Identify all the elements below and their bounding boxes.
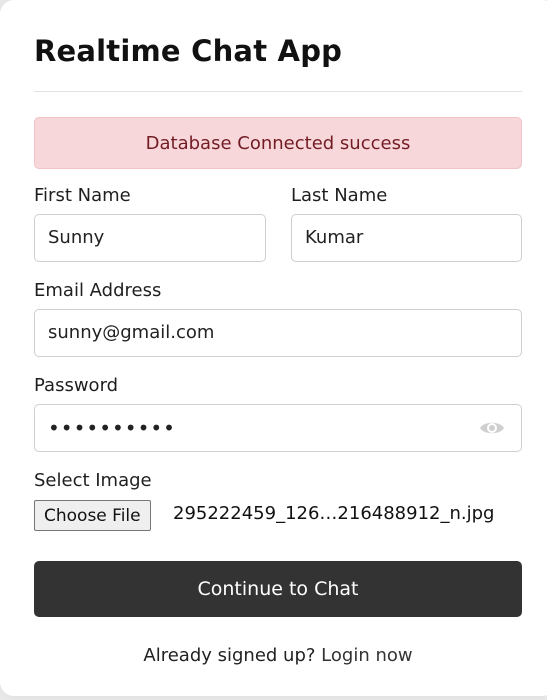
status-alert: Database Connected success — [34, 117, 522, 169]
login-link[interactable]: Login now — [321, 645, 412, 666]
last-name-input[interactable]: Kumar — [291, 214, 522, 262]
page-title: Realtime Chat App — [34, 34, 343, 68]
eye-icon[interactable] — [479, 417, 505, 439]
email-value: sunny@gmail.com — [48, 322, 215, 343]
password-label: Password — [34, 375, 119, 396]
email-input[interactable]: sunny@gmail.com — [34, 309, 522, 357]
last-name-label: Last Name — [291, 185, 388, 206]
login-prompt: Already signed up? Login now — [34, 645, 522, 666]
first-name-value: Sunny — [48, 227, 105, 248]
login-prompt-text: Already signed up? — [143, 645, 316, 666]
email-label: Email Address — [34, 280, 162, 301]
last-name-value: Kumar — [305, 227, 364, 248]
password-value: •••••••••• — [48, 416, 176, 440]
first-name-label: First Name — [34, 185, 131, 206]
signup-card: Realtime Chat App Database Connected suc… — [0, 0, 547, 696]
continue-to-chat-button[interactable]: Continue to Chat — [34, 561, 522, 617]
selected-file-name: 295222459_126…216488912_n.jpg — [173, 503, 495, 524]
password-input[interactable]: •••••••••• — [34, 404, 522, 452]
image-label: Select Image — [34, 470, 152, 491]
first-name-input[interactable]: Sunny — [34, 214, 266, 262]
choose-file-button[interactable]: Choose File — [34, 500, 151, 531]
header-divider — [34, 91, 522, 92]
